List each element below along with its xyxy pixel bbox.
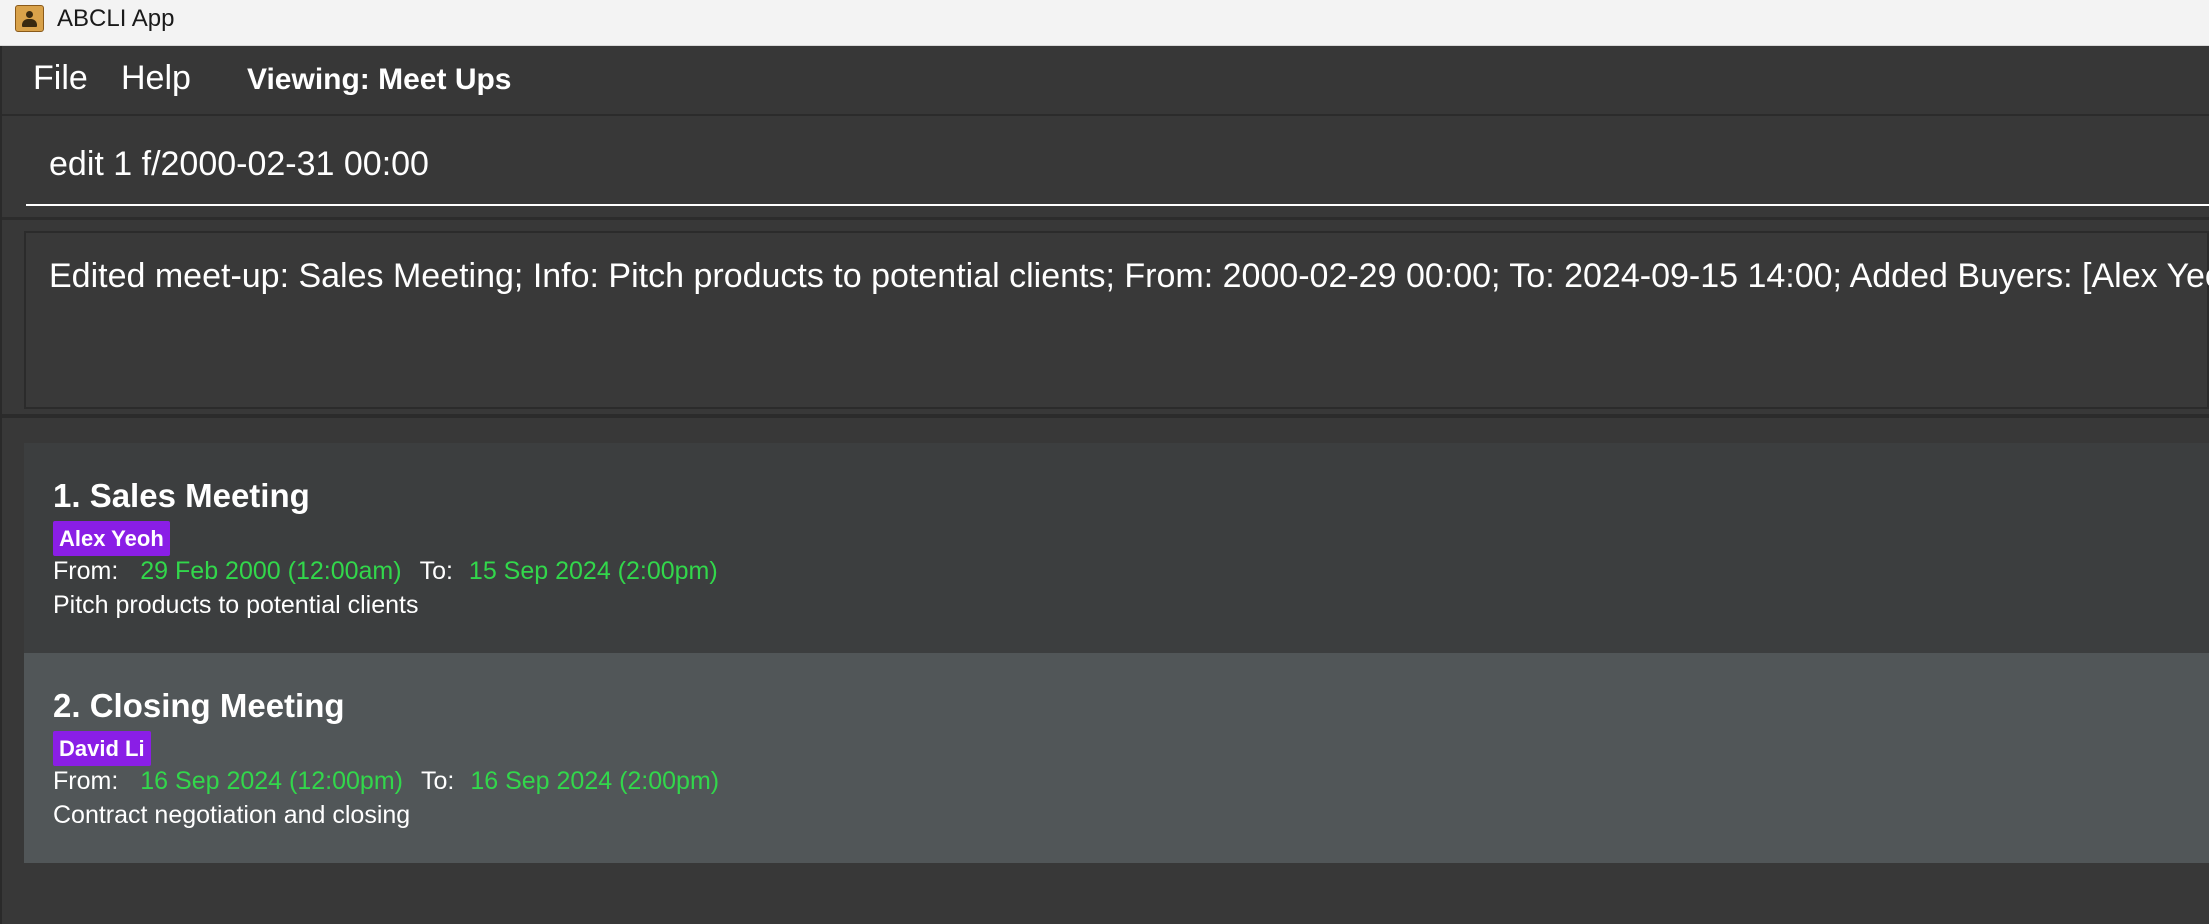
meetup-info: Pitch products to potential clients <box>53 591 419 619</box>
result-panel: Edited meet-up: Sales Meeting; Info: Pit… <box>2 222 2209 418</box>
from-label: From: <box>53 767 119 795</box>
buyer-tag: David Li <box>53 731 151 766</box>
from-datetime: 16 Sep 2024 (12:00pm) <box>140 767 403 795</box>
person-icon <box>15 5 44 32</box>
from-label: From: <box>53 557 119 585</box>
result-display: Edited meet-up: Sales Meeting; Info: Pit… <box>24 231 2209 409</box>
meetup-card[interactable]: 2. Closing Meeting David Li From: 16 Sep … <box>24 653 2209 863</box>
command-panel <box>2 117 2209 220</box>
to-label: To: <box>419 557 453 585</box>
meetup-time-line: From: 29 Feb 2000 (12:00am) To: 15 Sep 2024… <box>53 556 718 586</box>
command-input[interactable] <box>26 124 2209 206</box>
menu-file[interactable]: File <box>33 58 88 98</box>
meetup-list[interactable]: 1. Sales Meeting Alex Yeoh From: 29 Feb 2… <box>24 443 2209 863</box>
meetup-info: Contract negotiation and closing <box>53 801 411 829</box>
menu-help[interactable]: Help <box>121 58 191 98</box>
meetup-title: 2. Closing Meeting <box>53 687 345 724</box>
meetup-time-line: From: 16 Sep 2024 (12:00pm) To: 16 Sep 2024… <box>53 766 719 796</box>
meetup-title: 1. Sales Meeting <box>53 477 310 514</box>
meetup-card[interactable]: 1. Sales Meeting Alex Yeoh From: 29 Feb 2… <box>24 443 2209 653</box>
result-text: Edited meet-up: Sales Meeting; Info: Pit… <box>49 257 2209 295</box>
from-datetime: 29 Feb 2000 (12:00am) <box>140 557 402 585</box>
menu-bar: File Help Viewing: Meet Ups <box>2 46 2209 116</box>
to-datetime: 15 Sep 2024 (2:00pm) <box>468 557 718 585</box>
viewing-label: Viewing: Meet Ups <box>247 63 512 96</box>
buyer-tag: Alex Yeoh <box>53 521 170 556</box>
window-titlebar: ABCLI App <box>0 0 2209 46</box>
window-title: ABCLI App <box>57 5 175 32</box>
to-label: To: <box>420 767 455 795</box>
to-datetime: 16 Sep 2024 (2:00pm) <box>470 767 720 795</box>
